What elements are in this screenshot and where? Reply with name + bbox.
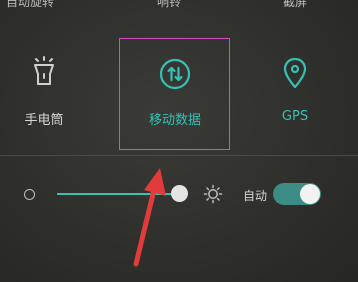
tile-label-ring[interactable]: 响铃 [157,0,181,10]
toggle-knob [300,184,320,204]
location-pin-icon [283,57,307,89]
brightness-low-icon [24,189,35,200]
brightness-slider-thumb[interactable] [171,185,188,202]
flashlight-tile[interactable]: 手电筒 [0,40,99,150]
gps-label: GPS [281,109,309,124]
flashlight-label: 手电筒 [24,113,64,128]
gps-tile[interactable]: GPS [240,40,350,150]
flashlight-icon [34,56,54,85]
tile-label-auto-rotate[interactable]: 自动旋转 [6,0,54,10]
brightness-high-icon [203,184,223,204]
red-box-highlight [119,38,230,150]
auto-brightness-toggle[interactable] [273,183,321,205]
top-tile-row: 自动旋转 响铃 截屏 [0,0,358,11]
divider [0,155,358,156]
auto-brightness-label: 自动 [243,189,268,203]
red-arrow [133,168,166,267]
tile-label-screenshot[interactable]: 截屏 [283,0,307,10]
